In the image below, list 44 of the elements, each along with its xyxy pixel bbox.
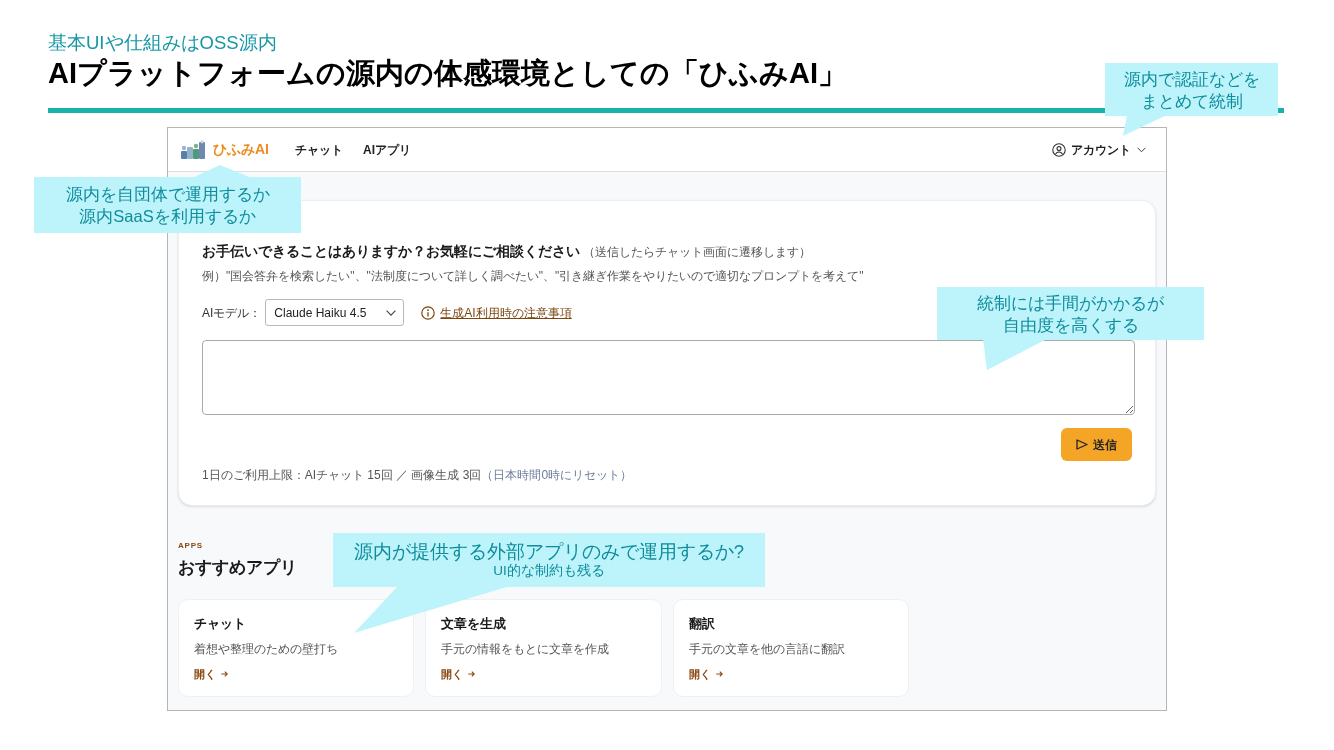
arrow-right-icon <box>221 671 228 677</box>
chevron-down-icon <box>386 309 397 316</box>
arrow-right-icon <box>715 671 723 677</box>
slide-title: AIプラットフォームの源内の体感環境としての「ひふみAI」 <box>48 56 847 90</box>
app-description: 手元の情報をもとに文章を作成 <box>441 642 610 657</box>
open-link[interactable]: 開く <box>441 667 476 681</box>
brand-name: ひふみAI <box>213 140 269 159</box>
usage-limit: 1日のご利用上限：AIチャット 15回 ／ 画像生成 3回 <box>202 468 482 484</box>
heading-note: （送信したらチャット画面に遷移します） <box>583 245 811 260</box>
callout-text: 統制には手間がかかるが <box>977 292 1164 314</box>
app-description: 着想や整理のための壁打ち <box>194 642 338 657</box>
prompt-heading: お手伝いできることはありますか？お気軽にご相談ください <box>202 242 580 261</box>
callout-text: まとめて統制 <box>1140 90 1243 112</box>
callout-text: 源内を自団体で運用するか <box>65 184 270 205</box>
info-icon <box>421 305 436 320</box>
callout-text: 源内SaaSを利用するか <box>79 206 256 227</box>
logo-icon <box>180 139 206 160</box>
example-text: 例）"国会答弁を検索したい"、"法制度について詳しく調べたい"、"引き継ぎ作業をやりたいので適切なプロンプトを考えて" <box>202 268 864 285</box>
app-title: チャット <box>194 616 246 633</box>
callout-text: 自由度を高くする <box>1002 314 1139 336</box>
open-link[interactable]: 開く <box>688 667 723 681</box>
nav-link[interactable]: チャット <box>295 140 343 159</box>
nav-link[interactable]: AIアプリ <box>363 140 411 159</box>
notice-link[interactable]: 生成AI利用時の注意事項 <box>440 303 572 322</box>
open-link[interactable]: 開く <box>194 667 228 681</box>
callout-subtext: UI的な制約も残る <box>493 563 605 579</box>
chevron-down-icon <box>1137 146 1146 153</box>
send-icon <box>1076 439 1088 451</box>
model-select[interactable]: Claude Haiku 4.5 <box>265 299 405 327</box>
message-input[interactable] <box>202 340 1135 416</box>
app-title: 翻訳 <box>688 616 715 633</box>
app-title: 文章を生成 <box>441 616 507 633</box>
slide-subtitle: 基本UIや仕組みはOSS源内 <box>48 32 277 54</box>
callout-text: 源内で認証などを <box>1123 68 1260 90</box>
section-eyebrow: APPS <box>178 541 203 551</box>
reset-note: （日本時間0時にリセット） <box>481 468 633 484</box>
model-label: AIモデル： <box>202 304 262 322</box>
user-icon <box>1052 142 1066 157</box>
account-menu[interactable]: アカウント <box>1052 140 1146 159</box>
send-button[interactable]: 送信 <box>1061 428 1132 462</box>
callout-text: 源内が提供する外部アプリのみで運用するか? <box>353 541 745 563</box>
arrow-right-icon <box>468 671 476 677</box>
app-description: 手元の文章を他の言語に翻訳 <box>688 642 845 657</box>
section-heading: おすすめアプリ <box>178 557 297 579</box>
